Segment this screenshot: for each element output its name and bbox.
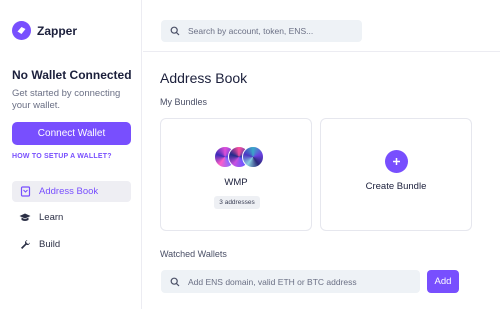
zapper-logo[interactable]: Zapper	[12, 21, 77, 40]
add-wallet-button[interactable]: Add	[427, 270, 459, 293]
connect-wallet-button[interactable]: Connect Wallet	[12, 122, 131, 145]
page-title: Address Book	[160, 70, 248, 86]
wallet-status-title: No Wallet Connected	[12, 68, 132, 82]
search-icon	[170, 26, 180, 36]
setup-wallet-link[interactable]: HOW TO SETUP A WALLET?	[12, 153, 112, 160]
create-bundle-card[interactable]: Create Bundle	[320, 118, 472, 231]
watched-wallets-label: Watched Wallets	[160, 249, 227, 259]
bundle-avatars	[214, 146, 266, 168]
header-divider	[143, 51, 500, 52]
sidebar-item-build[interactable]: Build	[12, 234, 131, 255]
brand-name: Zapper	[37, 23, 78, 38]
search-icon	[170, 277, 180, 287]
sidebar: Zapper No Wallet Connected Get started b…	[0, 0, 142, 309]
sidebar-item-label: Learn	[39, 212, 64, 223]
sidebar-item-address-book[interactable]: Address Book	[12, 181, 131, 202]
sidebar-item-label: Build	[39, 239, 61, 250]
sidebar-item-learn[interactable]: Learn	[12, 207, 131, 228]
wallet-avatar	[242, 146, 264, 168]
watch-address-placeholder: Add ENS domain, valid ETH or BTC address	[188, 276, 357, 287]
search-placeholder: Search by account, token, ENS...	[188, 26, 314, 36]
plus-icon	[385, 150, 408, 173]
bundle-name: WMP	[224, 177, 248, 188]
wrench-icon	[19, 239, 31, 251]
bundle-card-wmp[interactable]: WMP 3 addresses	[160, 118, 312, 231]
address-book-icon	[19, 186, 31, 198]
bundles-section-label: My Bundles	[160, 97, 208, 107]
wallet-status-subtitle: Get started by connecting your wallet.	[12, 88, 121, 111]
sidebar-item-label: Address Book	[39, 186, 99, 197]
zapper-logo-icon	[12, 21, 31, 40]
bundle-address-count-badge: 3 addresses	[214, 196, 260, 209]
watch-address-input[interactable]: Add ENS domain, valid ETH or BTC address	[161, 270, 420, 293]
create-bundle-label: Create Bundle	[365, 181, 427, 192]
graduation-cap-icon	[19, 212, 31, 224]
search-input[interactable]: Search by account, token, ENS...	[161, 20, 362, 42]
